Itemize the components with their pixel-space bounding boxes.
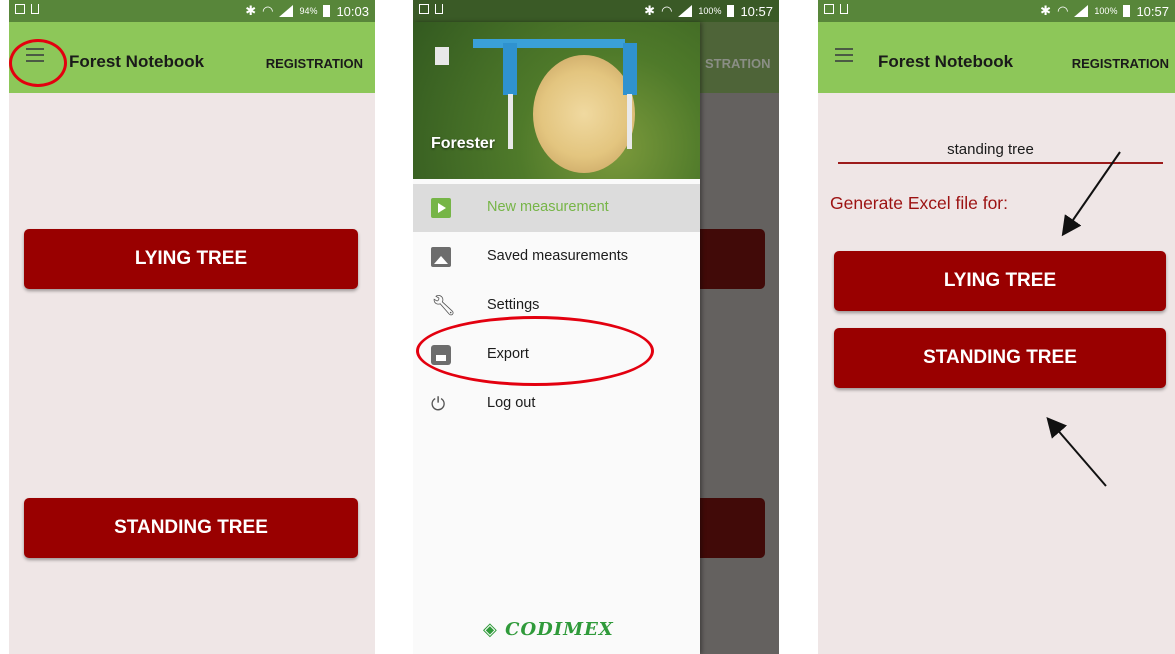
gallery-icon <box>435 47 449 65</box>
menu-item-export[interactable]: Export <box>413 331 700 379</box>
app-bar: Forest Notebook REGISTRATION <box>9 22 375 93</box>
app-title: Forest Notebook <box>878 52 1014 71</box>
battery-icon <box>323 5 331 17</box>
registration-button[interactable]: REGISTRATION <box>266 56 363 71</box>
app-bar: Forest Notebook REGISTRATION <box>818 22 1175 93</box>
caliper-jaw-left <box>503 43 517 95</box>
notification-icon <box>31 4 39 14</box>
lying-tree-button[interactable]: LYING TREE <box>24 229 358 289</box>
logo-emblem-icon: ◈ <box>483 619 498 640</box>
gallery-icon <box>419 4 429 14</box>
arrow-down <box>1061 151 1121 237</box>
menu-item-label: Export <box>487 346 529 362</box>
drawer-header-photo: Forester <box>413 22 700 179</box>
bluetooth-icon: ✱ <box>245 3 257 18</box>
menu-item-label: Settings <box>487 297 540 313</box>
bluetooth-icon: ✱ <box>1040 3 1052 18</box>
wifi-icon: ◠ <box>262 3 274 18</box>
lying-tree-button[interactable]: LYING TREE <box>834 251 1166 311</box>
gallery-icon <box>824 4 834 14</box>
app-title: Forest Notebook <box>69 52 205 71</box>
battery-percent: 100% <box>698 6 722 16</box>
menu-icon[interactable] <box>835 48 853 63</box>
notification-icon <box>840 4 848 14</box>
clock: 10:03 <box>336 3 369 19</box>
wrench-icon: 🔧︎ <box>431 295 457 317</box>
status-bar: ✱ ◠ 100% 10:57 <box>413 0 779 22</box>
gallery-icon <box>15 4 25 14</box>
tree-log-image <box>533 55 635 173</box>
battery-percent: 94% <box>299 6 318 16</box>
menu-item-label: Log out <box>487 395 536 411</box>
caliper-beam <box>473 39 625 48</box>
menu-item-log-out[interactable]: ⏻ Log out <box>413 380 700 428</box>
wifi-icon: ◠ <box>661 3 673 18</box>
battery-icon <box>1123 5 1131 17</box>
power-icon: ⏻ <box>431 394 446 414</box>
status-bar: ✱ ◠ 100% 10:57 <box>818 0 1175 22</box>
battery-icon <box>727 5 735 17</box>
caliper-pin-left <box>508 94 513 149</box>
clock: 10:57 <box>740 3 773 19</box>
menu-item-saved-measurements[interactable]: Saved measurements <box>413 233 700 281</box>
screen-menu: ✱ ◠ 100% 10:57 STRATION Forester New mea… <box>413 0 779 654</box>
menu-item-label: New measurement <box>487 199 609 215</box>
signal-icon <box>1074 5 1089 17</box>
battery-percent: 100% <box>1094 6 1118 16</box>
tree-type-field[interactable]: standing tree <box>818 141 1163 158</box>
save-icon <box>431 345 451 365</box>
menu-item-label: Saved measurements <box>487 248 629 264</box>
navigation-drawer: Forester New measurement Saved measureme… <box>413 22 700 654</box>
video-library-icon <box>431 198 451 218</box>
generate-excel-label: Generate Excel file for: <box>830 193 1008 213</box>
caliper-pin-right <box>627 94 632 149</box>
screen-main: ✱ ◠ 94% 10:03 Forest Notebook REGISTRATI… <box>9 0 375 654</box>
photo-library-icon <box>431 247 451 267</box>
arrow-up <box>1046 416 1107 487</box>
notification-icon <box>435 4 443 14</box>
screen-export: ✱ ◠ 100% 10:57 Forest Notebook REGISTRAT… <box>818 0 1175 654</box>
menu-item-settings[interactable]: 🔧︎ Settings <box>413 282 700 330</box>
menu-icon[interactable] <box>26 48 44 63</box>
clock: 10:57 <box>1136 3 1169 19</box>
standing-tree-button[interactable]: STANDING TREE <box>24 498 358 558</box>
registration-button[interactable]: REGISTRATION <box>1072 56 1169 71</box>
standing-tree-button[interactable]: STANDING TREE <box>834 328 1166 388</box>
dimmed-registration: STRATION <box>705 56 771 71</box>
status-bar: ✱ ◠ 94% 10:03 <box>9 0 375 22</box>
menu-item-new-measurement[interactable]: New measurement <box>413 184 700 232</box>
signal-icon <box>678 5 693 17</box>
logo-text: CODIMEX <box>505 619 614 640</box>
wifi-icon: ◠ <box>1057 3 1069 18</box>
caliper-jaw-right <box>623 43 637 95</box>
bluetooth-icon: ✱ <box>644 3 656 18</box>
signal-icon <box>279 5 294 17</box>
field-underline <box>838 162 1163 164</box>
annotation-arrows <box>1046 151 1121 487</box>
user-name: Forester <box>431 135 496 152</box>
codimex-logo: ◈ CODIMEX <box>483 619 614 640</box>
